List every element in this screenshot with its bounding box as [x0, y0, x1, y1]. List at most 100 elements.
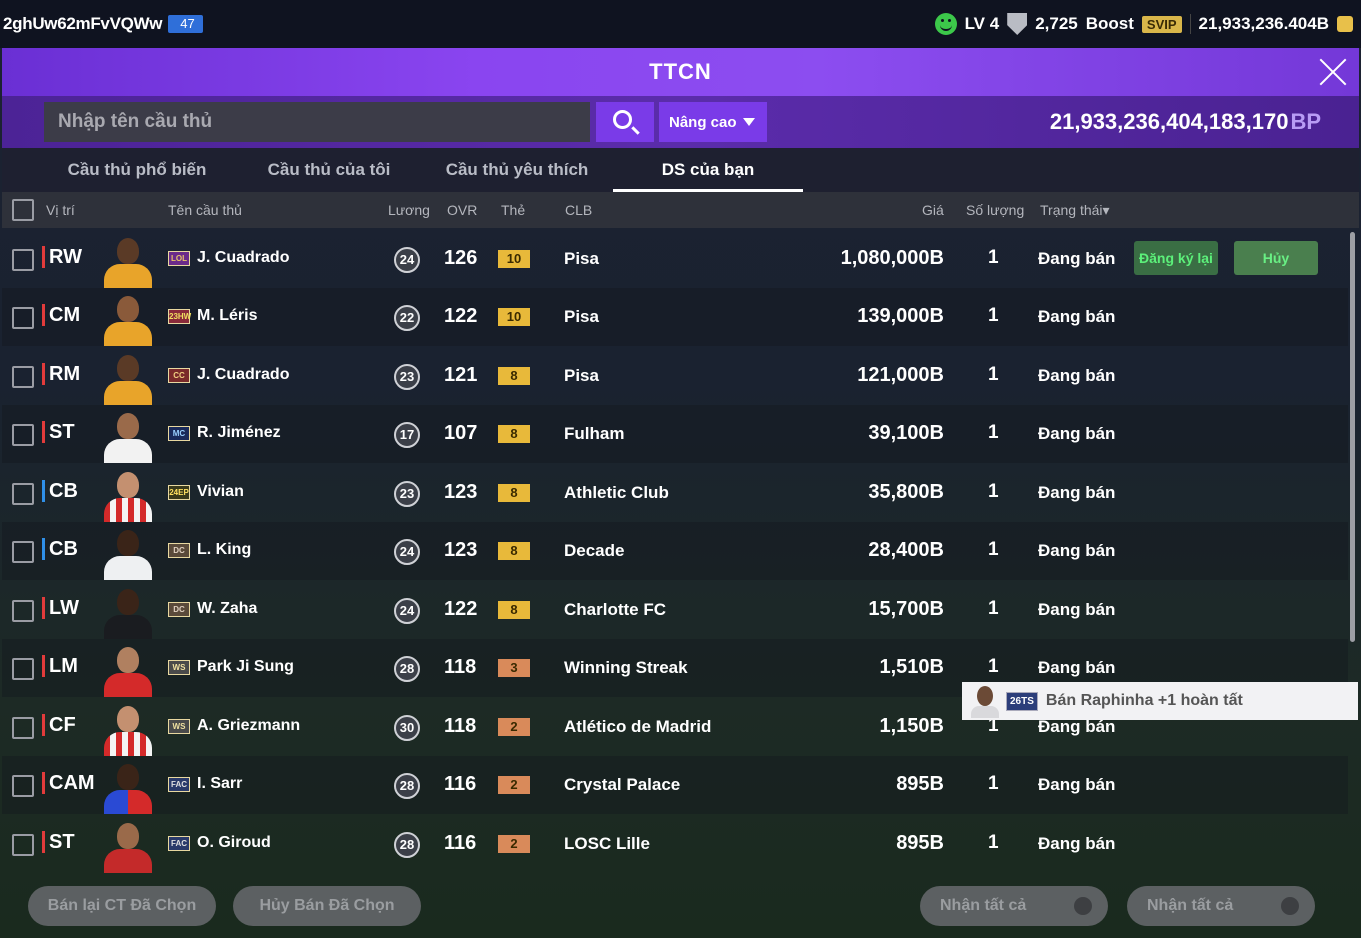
season-badge: LOL — [168, 251, 190, 266]
reregister-button[interactable]: Đăng ký lại — [1134, 241, 1218, 275]
table-row[interactable]: ST MC R. Jiménez 17 107 8 Fulham 39,100B… — [2, 405, 1348, 463]
row-checkbox[interactable] — [12, 834, 34, 856]
club-name: Decade — [564, 541, 625, 560]
card-grade: 2 — [498, 718, 530, 736]
row-checkbox[interactable] — [12, 775, 34, 797]
ovr-value: 107 — [444, 422, 478, 444]
table-row[interactable]: CM 23HW M. Léris 22 122 10 Pisa 139,000B… — [2, 288, 1348, 346]
position: ST — [42, 421, 75, 443]
search-button[interactable] — [596, 102, 654, 142]
col-club[interactable]: CLB — [565, 202, 592, 218]
page-title: TTCN — [649, 59, 712, 84]
top-status-bar: 2ghUw62mFvVQWw 47 LV 4 2,725 Boost SVIP … — [0, 0, 1361, 48]
bp-balance: 21,933,236,404,183,170BP — [1050, 109, 1321, 135]
position: LM — [42, 655, 78, 677]
claim-all-players-button[interactable]: Nhận tất cả — [920, 886, 1108, 926]
card-grade: 2 — [498, 835, 530, 853]
status: Đang bán — [1038, 307, 1116, 326]
player-name: L. King — [197, 541, 252, 558]
position: CAM — [42, 772, 95, 794]
divider — [1189, 14, 1191, 34]
tab-your-list[interactable]: DS của bạn — [613, 148, 803, 192]
col-position[interactable]: Vị trí — [46, 202, 75, 218]
select-all-checkbox[interactable] — [12, 199, 34, 221]
table-row[interactable]: RW LOL J. Cuadrado 24 126 10 Pisa 1,080,… — [2, 230, 1348, 288]
season-badge: 23HW — [168, 309, 191, 324]
position: LW — [42, 597, 79, 619]
card-grade: 10 — [498, 308, 530, 326]
player-avatar — [100, 524, 156, 580]
table-row[interactable]: ST FAC O. Giroud 28 116 2 LOSC Lille 895… — [2, 815, 1348, 873]
row-checkbox[interactable] — [12, 249, 34, 271]
status: Đang bán — [1038, 775, 1116, 794]
svip-badge[interactable]: SVIP — [1141, 15, 1182, 33]
card-grade: 8 — [498, 484, 530, 502]
season-badge: WS — [168, 660, 190, 675]
price: 39,100B — [868, 422, 944, 444]
player-avatar — [100, 349, 156, 405]
tab-favorite-players[interactable]: Cầu thủ yêu thích — [422, 148, 612, 192]
status: Đang bán — [1038, 541, 1116, 560]
ovr-value: 123 — [444, 539, 478, 561]
ovr-value: 118 — [444, 656, 477, 678]
tab-my-players[interactable]: Cầu thủ của tôi — [234, 148, 424, 192]
row-checkbox[interactable] — [12, 600, 34, 622]
table-row[interactable]: CB DC L. King 24 123 8 Decade 28,400B 1 … — [2, 522, 1348, 580]
col-card[interactable]: Thẻ — [501, 202, 525, 218]
table-row[interactable]: LW DC W. Zaha 24 122 8 Charlotte FC 15,7… — [2, 581, 1348, 639]
col-quantity[interactable]: Số lượng — [966, 202, 1024, 218]
card-grade: 8 — [498, 542, 530, 560]
tab-popular-players[interactable]: Cầu thủ phổ biến — [42, 148, 232, 192]
table-row[interactable]: CB 24EP Vivian 23 123 8 Athletic Club 35… — [2, 464, 1348, 522]
price: 35,800B — [868, 481, 944, 503]
row-checkbox[interactable] — [12, 483, 34, 505]
status: Đang bán — [1038, 424, 1116, 443]
cancel-selected-button[interactable]: Hủy Bán Đã Chọn — [233, 886, 421, 926]
col-wage[interactable]: Lương — [388, 202, 430, 218]
advanced-label: Nâng cao — [669, 113, 737, 131]
col-status[interactable]: Trạng thái▾ — [1040, 202, 1110, 219]
scrollbar[interactable] — [1350, 232, 1355, 642]
season-badge: 24EP — [168, 485, 190, 500]
player-avatar — [100, 817, 156, 873]
card-grade: 10 — [498, 250, 530, 268]
wage-badge: 17 — [394, 422, 420, 448]
quantity: 1 — [988, 656, 999, 677]
bp-coin-icon — [1281, 897, 1299, 915]
table-row[interactable]: CAM FAC I. Sarr 28 116 2 Crystal Palace … — [2, 756, 1348, 814]
club-name: Charlotte FC — [564, 600, 666, 619]
row-checkbox[interactable] — [12, 717, 34, 739]
position: CM — [42, 304, 80, 326]
wage-badge: 24 — [394, 598, 420, 624]
claim-all-bp-button[interactable]: Nhận tất cả — [1127, 886, 1315, 926]
close-icon[interactable] — [1317, 56, 1349, 88]
col-ovr[interactable]: OVR — [447, 202, 477, 218]
status: Đang bán — [1038, 600, 1116, 619]
player-name: I. Sarr — [197, 775, 243, 792]
price: 139,000B — [857, 305, 944, 327]
col-price[interactable]: Giá — [922, 202, 944, 218]
player-avatar — [100, 700, 156, 756]
status: Đang bán — [1038, 366, 1116, 385]
boost-label[interactable]: Boost — [1086, 14, 1134, 34]
table-row[interactable]: RM CC J. Cuadrado 23 121 8 Pisa 121,000B… — [2, 347, 1348, 405]
price: 895B — [896, 832, 944, 854]
cancel-button[interactable]: Hủy — [1234, 241, 1318, 275]
row-checkbox[interactable] — [12, 307, 34, 329]
row-checkbox[interactable] — [12, 658, 34, 680]
advanced-dropdown[interactable]: Nâng cao — [659, 102, 767, 142]
player-name: Vivian — [197, 483, 244, 500]
quantity: 1 — [988, 305, 999, 326]
row-checkbox[interactable] — [12, 541, 34, 563]
card-grade: 2 — [498, 776, 530, 794]
player-name: M. Léris — [197, 307, 258, 324]
season-badge: 26TS — [1006, 691, 1038, 711]
club-name: Winning Streak — [564, 658, 688, 677]
search-input[interactable] — [44, 102, 590, 142]
club-name: Fulham — [564, 424, 625, 443]
col-name[interactable]: Tên cầu thủ — [168, 202, 242, 218]
position: RW — [42, 246, 82, 268]
row-checkbox[interactable] — [12, 424, 34, 446]
row-checkbox[interactable] — [12, 366, 34, 388]
resell-selected-button[interactable]: Bán lại CT Đã Chọn — [28, 886, 216, 926]
